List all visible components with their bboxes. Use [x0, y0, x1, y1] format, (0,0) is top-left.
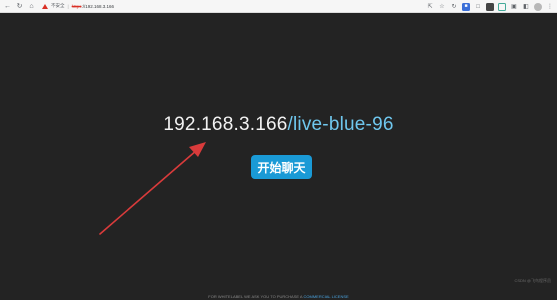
- license-text: FOR WHITELABEL WE ASK YOU TO PURCHASE A: [208, 294, 304, 299]
- annotation-arrow: [99, 142, 206, 235]
- license-link[interactable]: COMMERCIAL LICENSE: [304, 294, 349, 299]
- license-note: FOR WHITELABEL WE ASK YOU TO PURCHASE A …: [0, 294, 557, 299]
- watermark: CSDN @飞鸟程序员: [514, 278, 551, 283]
